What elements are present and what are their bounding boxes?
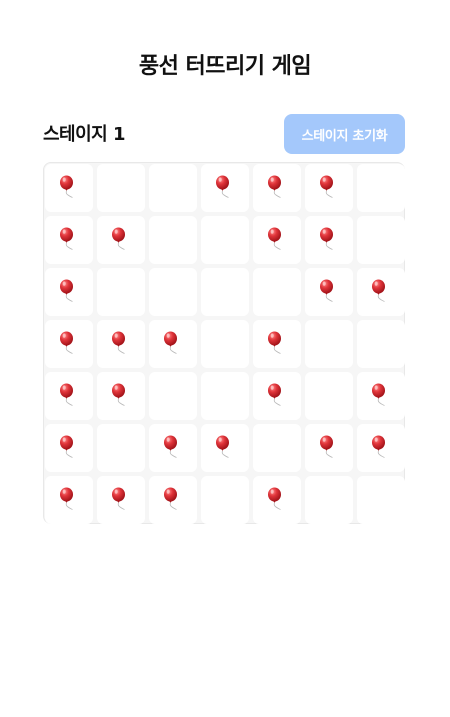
balloon-icon	[320, 435, 333, 458]
balloon-icon	[112, 331, 125, 354]
board-cell[interactable]	[97, 424, 145, 472]
board-cell[interactable]	[357, 320, 405, 368]
board-cell[interactable]	[305, 424, 353, 472]
balloon-icon	[268, 175, 281, 198]
balloon-icon	[60, 487, 73, 510]
balloon-icon	[216, 175, 229, 198]
balloon-icon	[268, 383, 281, 406]
board-cell[interactable]	[305, 320, 353, 368]
board-cell[interactable]	[201, 424, 249, 472]
balloon-icon	[372, 383, 385, 406]
board-cell[interactable]	[149, 216, 197, 264]
board-cell[interactable]	[305, 476, 353, 524]
balloon-icon	[60, 279, 73, 302]
board-cell[interactable]	[45, 320, 93, 368]
board-cell[interactable]	[97, 164, 145, 212]
page-title: 풍선 터뜨리기 게임	[138, 54, 312, 79]
board-cell[interactable]	[253, 320, 301, 368]
board-cell[interactable]	[357, 268, 405, 316]
board-cell[interactable]	[149, 424, 197, 472]
board-cell[interactable]	[305, 372, 353, 420]
board-cell[interactable]	[357, 164, 405, 212]
balloon-icon	[60, 175, 73, 198]
board-cell[interactable]	[253, 216, 301, 264]
board-cell[interactable]	[149, 476, 197, 524]
stage-label: 스테이지 1	[43, 124, 126, 145]
balloon-icon	[268, 227, 281, 250]
balloon-icon	[112, 383, 125, 406]
balloon-icon	[268, 487, 281, 510]
board-cell[interactable]	[97, 476, 145, 524]
board-cell[interactable]	[357, 476, 405, 524]
board-cell[interactable]	[97, 268, 145, 316]
balloon-icon	[372, 279, 385, 302]
board-cell[interactable]	[45, 372, 93, 420]
balloon-icon	[164, 435, 177, 458]
board-cell[interactable]	[45, 216, 93, 264]
balloon-icon	[60, 383, 73, 406]
board-cell[interactable]	[253, 164, 301, 212]
board-cell[interactable]	[149, 320, 197, 368]
board-cell[interactable]	[149, 268, 197, 316]
board-cell[interactable]	[357, 372, 405, 420]
board-cell[interactable]	[305, 164, 353, 212]
board-cell[interactable]	[149, 164, 197, 212]
balloon-icon	[372, 435, 385, 458]
board-cell[interactable]	[149, 372, 197, 420]
balloon-icon	[60, 227, 73, 250]
balloon-icon	[216, 435, 229, 458]
board-cell[interactable]	[97, 320, 145, 368]
board-cell[interactable]	[201, 268, 249, 316]
board-cell[interactable]	[45, 268, 93, 316]
balloon-icon	[60, 331, 73, 354]
balloon-icon	[320, 227, 333, 250]
balloon-icon	[320, 175, 333, 198]
balloon-icon	[112, 487, 125, 510]
board-cell[interactable]	[201, 476, 249, 524]
board-cell[interactable]	[357, 424, 405, 472]
reset-stage-button[interactable]: 스테이지 초기화	[284, 114, 405, 154]
board-cell[interactable]	[357, 216, 405, 264]
board-cell[interactable]	[201, 216, 249, 264]
board-cell[interactable]	[45, 164, 93, 212]
balloon-icon	[164, 487, 177, 510]
balloon-icon	[268, 331, 281, 354]
balloon-icon	[320, 279, 333, 302]
game-board	[43, 162, 405, 524]
balloon-icon	[164, 331, 177, 354]
board-cell[interactable]	[45, 476, 93, 524]
board-cell[interactable]	[253, 372, 301, 420]
board-cell[interactable]	[97, 216, 145, 264]
board-cell[interactable]	[253, 424, 301, 472]
balloon-icon	[60, 435, 73, 458]
board-cell[interactable]	[97, 372, 145, 420]
board-cell[interactable]	[201, 164, 249, 212]
board-cell[interactable]	[253, 476, 301, 524]
board-cell[interactable]	[305, 268, 353, 316]
board-cell[interactable]	[45, 424, 93, 472]
board-cell[interactable]	[201, 372, 249, 420]
board-cell[interactable]	[253, 268, 301, 316]
board-cell[interactable]	[201, 320, 249, 368]
board-cell[interactable]	[305, 216, 353, 264]
balloon-icon	[112, 227, 125, 250]
